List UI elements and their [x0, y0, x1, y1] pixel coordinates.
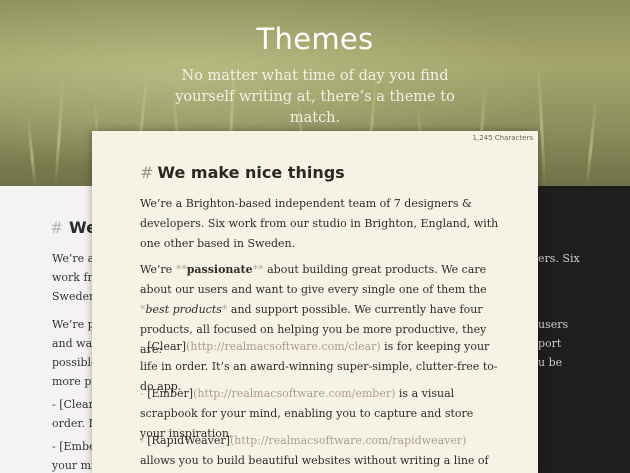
page-title: Themes	[256, 22, 374, 56]
light-preview-line: your mi	[52, 459, 95, 472]
editor-card[interactable]: 1,245 Characters # We make nice things We…	[92, 131, 538, 473]
link-label[interactable]: [Clear]	[147, 340, 186, 353]
link-url[interactable]: (http://realmacsoftware.com/ember)	[193, 387, 395, 400]
light-preview-line: - [Clear	[52, 398, 94, 411]
heading-text: We make nice things	[157, 163, 345, 182]
light-preview-line: order. It	[52, 417, 98, 430]
dark-preview-line: ers. Six	[538, 252, 580, 265]
document-heading: # We make nice things	[140, 163, 345, 182]
dark-preview-line: users	[538, 318, 569, 331]
link-label[interactable]: [Ember]	[147, 387, 193, 400]
dark-preview-line: u be	[538, 356, 563, 369]
page-subtitle: No matter what time of day you find your…	[175, 68, 455, 126]
link-url[interactable]: (http://realmacsoftware.com/clear)	[186, 340, 381, 353]
bold-text: passionate	[186, 263, 253, 276]
heading-marker: #	[140, 163, 154, 182]
italic-text: best products	[145, 303, 222, 316]
dark-preview-line: port	[538, 337, 562, 350]
link-label[interactable]: [RapidWeaver]	[147, 434, 230, 447]
list-item-rapidweaver: - [RapidWeaver](http://realmacsoftware.c…	[140, 434, 489, 467]
paragraph-intro: We’re a Brighton-based independent team …	[140, 197, 499, 250]
link-url[interactable]: (http://realmacsoftware.com/rapidweaver)	[230, 434, 466, 447]
light-preview-heading: # We	[50, 218, 97, 237]
character-count: 1,245 Characters	[472, 134, 533, 142]
